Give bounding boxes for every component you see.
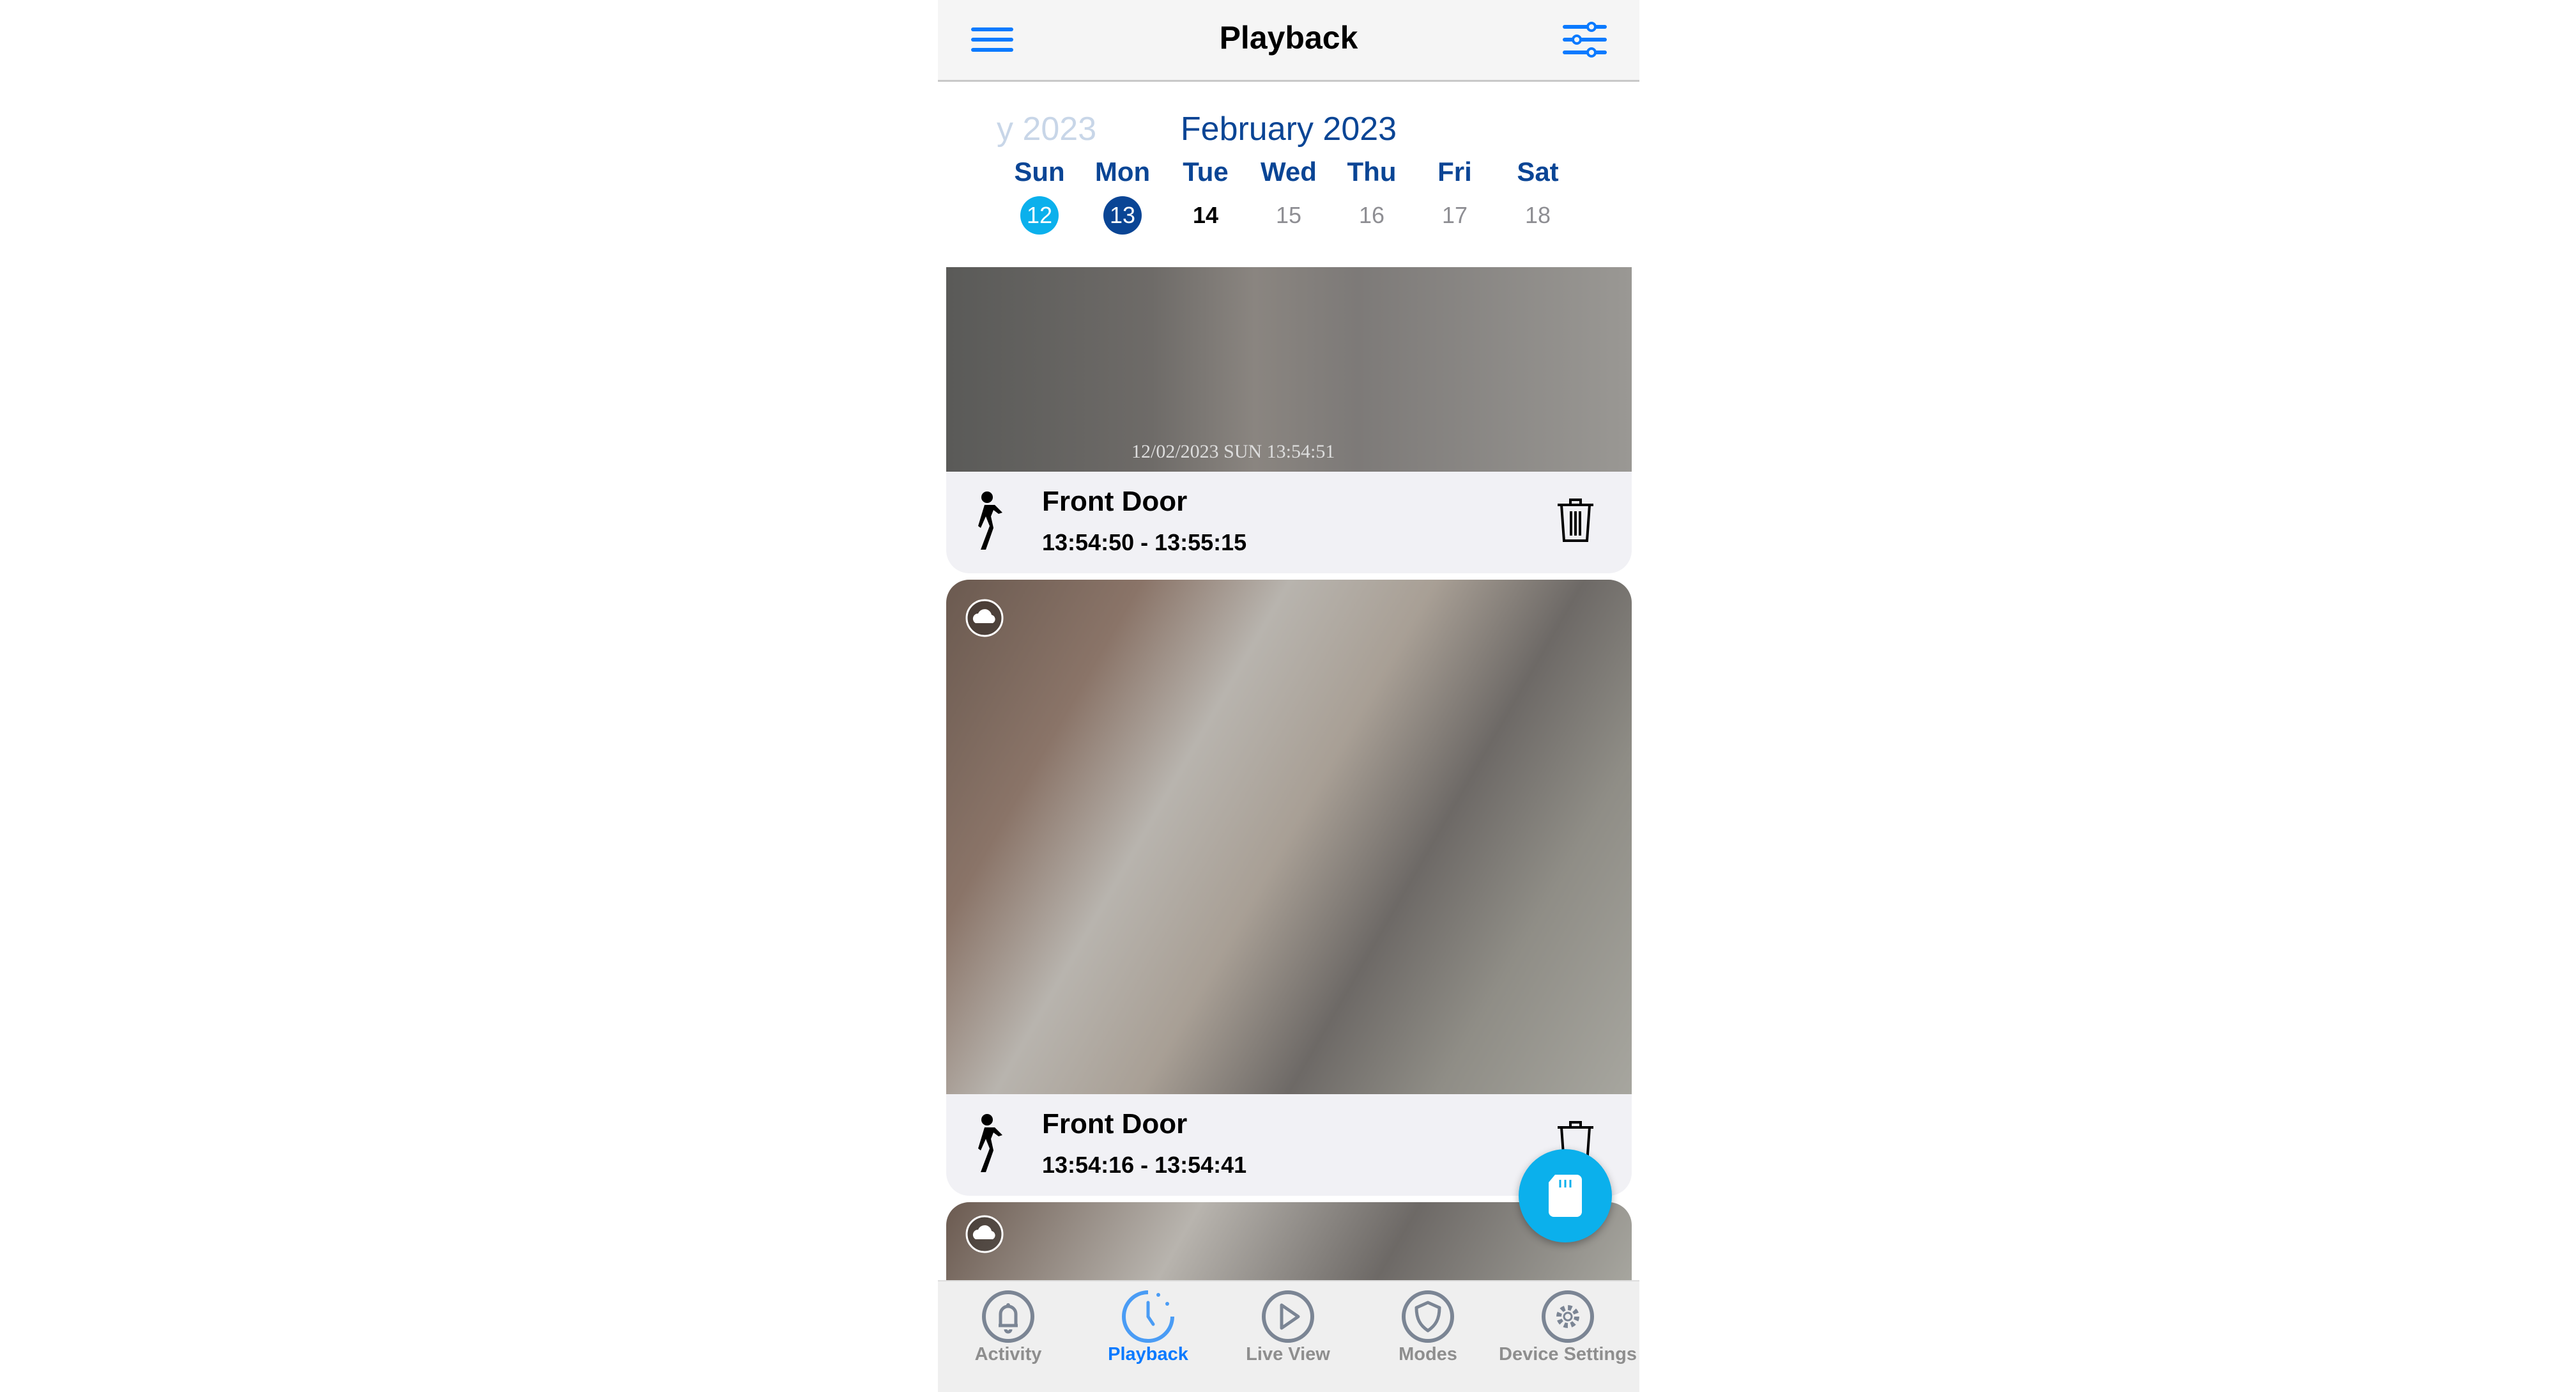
cloud-icon <box>965 1215 1004 1253</box>
date-number: 17 <box>1441 202 1468 228</box>
tab-device-settings[interactable]: Device Settings <box>1498 1280 1638 1392</box>
cloud-icon <box>965 599 1004 637</box>
person-walking-icon <box>978 491 1002 550</box>
person-walking-icon <box>978 1114 1002 1172</box>
day-name-mon: Mon <box>1094 157 1151 187</box>
date-number: 15 <box>1275 202 1302 228</box>
day-name-sun: Sun <box>1014 157 1065 187</box>
date-13[interactable]: 13 <box>1081 196 1164 235</box>
date-number: 18 <box>1524 202 1551 228</box>
date-number: 14 <box>1192 202 1219 228</box>
tab-label: Playback <box>1108 1344 1188 1365</box>
recording-time: 13:54:50 - 13:55:15 <box>1042 529 1247 555</box>
recording-info[interactable]: Front Door 13:54:50 - 13:55:15 <box>946 472 1632 573</box>
date-15[interactable]: 15 <box>1247 196 1330 235</box>
day-name-wed: Wed <box>1261 157 1317 187</box>
gear-icon <box>1542 1290 1594 1343</box>
day-name-thu: Thu <box>1347 157 1397 187</box>
current-month-label: February 2023 <box>1180 111 1397 148</box>
tab-playback[interactable]: Playback <box>1078 1280 1218 1392</box>
page-title: Playback <box>1219 20 1358 56</box>
trash-icon[interactable] <box>1556 497 1595 543</box>
date-16[interactable]: 16 <box>1330 196 1413 235</box>
camera-name: Front Door <box>1042 1108 1188 1140</box>
date-14[interactable]: 14 <box>1164 196 1247 235</box>
bell-icon <box>982 1290 1034 1343</box>
date-18[interactable]: 18 <box>1496 196 1579 235</box>
day-name-sat: Sat <box>1517 157 1559 187</box>
camera-name: Front Door <box>1042 486 1188 517</box>
recording-time: 13:54:16 - 13:54:41 <box>1042 1152 1247 1178</box>
date-12[interactable]: 12 <box>998 196 1081 235</box>
date-number: 12 <box>1020 196 1059 235</box>
sd-card-icon <box>1549 1175 1582 1217</box>
day-name-fri: Fri <box>1438 157 1472 187</box>
shield-icon <box>1402 1290 1454 1343</box>
date-17[interactable]: 17 <box>1413 196 1496 235</box>
day-name-tue: Tue <box>1183 157 1229 187</box>
tab-modes[interactable]: Modes <box>1358 1280 1498 1392</box>
phone-screen: Playback y 2023 February 2023 Sun 12 Mon 13… <box>938 0 1639 1392</box>
date-number: 16 <box>1358 202 1385 228</box>
clock-icon <box>1122 1290 1174 1343</box>
recording-thumbnail[interactable]: 12/02/2023 SUN 13:54:51 <box>946 267 1632 472</box>
play-icon <box>1262 1290 1314 1343</box>
tab-label: Device Settings <box>1499 1344 1637 1365</box>
timestamp-overlay: 12/02/2023 SUN 13:54:51 <box>1131 441 1335 462</box>
recording-thumbnail[interactable] <box>946 580 1632 1094</box>
header: Playback <box>938 0 1639 82</box>
tab-label: Modes <box>1399 1344 1457 1365</box>
tab-live-view[interactable]: Live View <box>1218 1280 1358 1392</box>
tab-label: Live View <box>1246 1344 1330 1365</box>
date-number: 13 <box>1103 196 1142 235</box>
tab-activity[interactable]: Activity <box>938 1280 1078 1392</box>
tab-label: Activity <box>974 1344 1042 1365</box>
sliders-icon[interactable] <box>1563 20 1607 59</box>
sd-card-button[interactable] <box>1519 1149 1612 1242</box>
